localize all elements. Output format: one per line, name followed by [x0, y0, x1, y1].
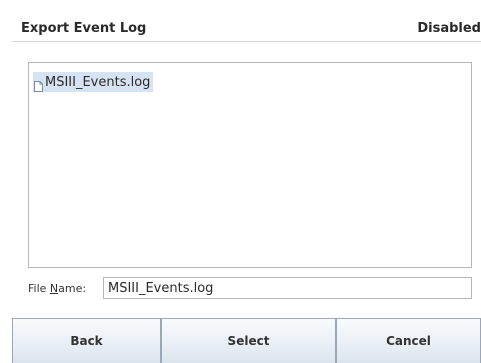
filename-label: File Name:	[28, 282, 87, 295]
status-label: Disabled	[417, 21, 481, 36]
filename-input[interactable]	[103, 277, 472, 299]
file-list-item[interactable]: MSIII_Events.log	[33, 72, 154, 92]
select-button[interactable]: Select	[161, 318, 336, 363]
export-event-log-dialog: Export Event Log Disabled MSIII_Events.l…	[0, 0, 481, 363]
document-icon	[34, 77, 43, 92]
dialog-title: Export Event Log	[21, 21, 147, 36]
file-item-label: MSIII_Events.log	[45, 74, 151, 90]
back-button[interactable]: Back	[12, 318, 161, 363]
cancel-button[interactable]: Cancel	[336, 318, 481, 363]
filename-row: File Name:	[28, 277, 474, 299]
file-list[interactable]: MSIII_Events.log	[28, 62, 472, 268]
title-bar: Export Event Log Disabled	[12, 12, 481, 42]
